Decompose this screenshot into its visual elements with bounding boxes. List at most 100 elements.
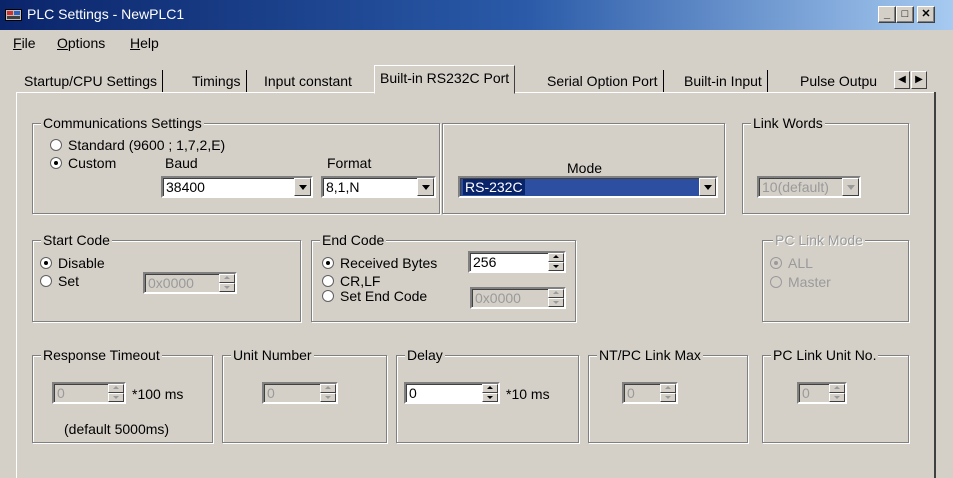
- tab-strip: Startup/CPU Settings Timings Input const…: [0, 60, 953, 94]
- link-words-value: 10(default): [762, 179, 829, 195]
- nt-pc-link-max-value: 0: [627, 385, 635, 401]
- link-words-dropdown-icon[interactable]: [842, 178, 859, 196]
- radio-pc-link-master-dot[interactable]: [770, 276, 782, 288]
- response-timeout-spin-icon[interactable]: [108, 384, 124, 402]
- delay-spin-icon[interactable]: [482, 384, 498, 402]
- received-bytes-spin-down[interactable]: [548, 262, 564, 271]
- delay-spin-up[interactable]: [482, 384, 498, 393]
- received-bytes-spin-icon[interactable]: [548, 253, 564, 271]
- nt-pc-link-max-input[interactable]: 0: [622, 382, 678, 404]
- start-code-input[interactable]: 0x0000: [143, 272, 237, 294]
- format-label: Format: [327, 155, 372, 171]
- minimize-button[interactable]: _: [878, 6, 896, 23]
- response-timeout-input[interactable]: 0: [52, 382, 126, 404]
- unit-number-input[interactable]: 0: [262, 382, 338, 404]
- radio-start-disable-label: Disable: [58, 255, 105, 271]
- link-words-group: Link Words: [742, 115, 909, 214]
- response-timeout-spin-down[interactable]: [108, 393, 124, 402]
- pc-link-unit-no-spin-icon[interactable]: [829, 384, 845, 402]
- radio-custom[interactable]: Custom: [50, 155, 116, 171]
- received-bytes-value: 256: [473, 254, 497, 270]
- radio-pc-link-all[interactable]: ALL: [770, 255, 813, 271]
- radio-end-crlf-dot[interactable]: [322, 275, 334, 287]
- baud-select[interactable]: 38400: [161, 176, 313, 198]
- delay-spin-down[interactable]: [482, 393, 498, 402]
- tab-pulse-output[interactable]: Pulse Outpu: [800, 70, 893, 92]
- pc-link-unit-no-input[interactable]: 0: [797, 382, 847, 404]
- tab-timings[interactable]: Timings: [192, 70, 247, 92]
- delay-unit: *10 ms: [506, 386, 550, 402]
- menu-file[interactable]: File: [13, 35, 36, 51]
- menu-bar: File Options Help: [0, 31, 953, 55]
- mode-dropdown-icon[interactable]: [699, 178, 716, 196]
- tab-scroll-right-icon[interactable]: ▶: [911, 71, 927, 89]
- tab-serial-option[interactable]: Serial Option Port: [547, 70, 664, 92]
- format-select[interactable]: 8,1,N: [321, 176, 436, 198]
- start-code-spin-up[interactable]: [219, 274, 235, 283]
- radio-pc-link-master[interactable]: Master: [770, 274, 831, 290]
- response-timeout-unit: *100 ms: [132, 386, 184, 402]
- nt-pc-link-max-spin-up[interactable]: [660, 384, 676, 393]
- plc-app-icon: [5, 9, 22, 21]
- window-title: PLC Settings - NewPLC1: [27, 6, 185, 22]
- mode-label: Mode: [567, 160, 603, 176]
- end-code-title: End Code: [320, 232, 387, 248]
- received-bytes-input[interactable]: 256: [468, 251, 566, 273]
- response-timeout-default-note: (default 5000ms): [64, 421, 170, 437]
- unit-number-spin-down[interactable]: [320, 393, 336, 402]
- tab-scroll-left-icon[interactable]: ◀: [894, 71, 910, 89]
- radio-standard[interactable]: Standard (9600 ; 1,7,2,E): [50, 137, 225, 153]
- radio-start-disable-dot[interactable]: [40, 257, 52, 269]
- radio-start-set[interactable]: Set: [40, 273, 79, 289]
- radio-start-disable[interactable]: Disable: [40, 255, 105, 271]
- end-code-spin-icon[interactable]: [548, 289, 564, 307]
- delay-value: 0: [409, 385, 417, 401]
- tab-builtin-input[interactable]: Built-in Input: [684, 70, 768, 92]
- pc-link-unit-no-spin-up[interactable]: [829, 384, 845, 393]
- end-code-input[interactable]: 0x0000: [470, 287, 566, 309]
- nt-pc-link-max-spin-down[interactable]: [660, 393, 676, 402]
- radio-start-set-dot[interactable]: [40, 275, 52, 287]
- baud-dropdown-icon[interactable]: [294, 178, 311, 196]
- radio-standard-dot[interactable]: [50, 139, 62, 151]
- radio-end-received-dot[interactable]: [322, 257, 334, 269]
- end-code-spin-down[interactable]: [548, 298, 564, 307]
- pc-link-unit-no-title: PC Link Unit No.: [771, 347, 879, 363]
- radio-end-received[interactable]: Received Bytes: [322, 255, 437, 271]
- nt-pc-link-max-spin-icon[interactable]: [660, 384, 676, 402]
- radio-start-set-label: Set: [58, 273, 80, 289]
- menu-options[interactable]: Options: [57, 35, 105, 51]
- response-timeout-value: 0: [57, 385, 65, 401]
- radio-end-crlf[interactable]: CR,LF: [322, 273, 380, 289]
- format-value: 8,1,N: [326, 179, 360, 195]
- link-words-select[interactable]: 10(default): [757, 176, 861, 198]
- end-code-spin-up[interactable]: [548, 289, 564, 298]
- menu-help[interactable]: Help: [130, 35, 159, 51]
- start-code-title: Start Code: [41, 232, 112, 248]
- tab-startup-cpu[interactable]: Startup/CPU Settings: [24, 70, 164, 92]
- unit-number-spin-icon[interactable]: [320, 384, 336, 402]
- link-words-title: Link Words: [751, 115, 825, 131]
- tab-builtin-rs232c[interactable]: Built-in RS232C Port: [374, 65, 516, 94]
- unit-number-spin-up[interactable]: [320, 384, 336, 393]
- title-bar[interactable]: PLC Settings - NewPLC1 _ □ ✕: [0, 0, 953, 30]
- radio-end-set-dot[interactable]: [322, 290, 334, 302]
- maximize-button[interactable]: □: [896, 6, 914, 23]
- close-button[interactable]: ✕: [917, 6, 935, 23]
- radio-pc-link-all-dot[interactable]: [770, 257, 782, 269]
- pc-link-unit-no-spin-down[interactable]: [829, 393, 845, 402]
- radio-end-set[interactable]: Set End Code: [322, 288, 427, 304]
- response-timeout-title: Response Timeout: [41, 347, 162, 363]
- radio-standard-label: Standard (9600 ; 1,7,2,E): [68, 137, 226, 153]
- tab-input-constant[interactable]: Input constant: [264, 70, 352, 92]
- response-timeout-spin-up[interactable]: [108, 384, 124, 393]
- start-code-spin-icon[interactable]: [219, 274, 235, 292]
- format-dropdown-icon[interactable]: [417, 178, 434, 196]
- delay-input[interactable]: 0: [404, 382, 500, 404]
- received-bytes-spin-up[interactable]: [548, 253, 564, 262]
- start-code-spin-down[interactable]: [219, 283, 235, 292]
- mode-value: RS-232C: [463, 179, 525, 195]
- pc-link-unit-no-value: 0: [802, 385, 810, 401]
- mode-select[interactable]: RS-232C: [458, 176, 718, 198]
- radio-custom-dot[interactable]: [50, 157, 62, 169]
